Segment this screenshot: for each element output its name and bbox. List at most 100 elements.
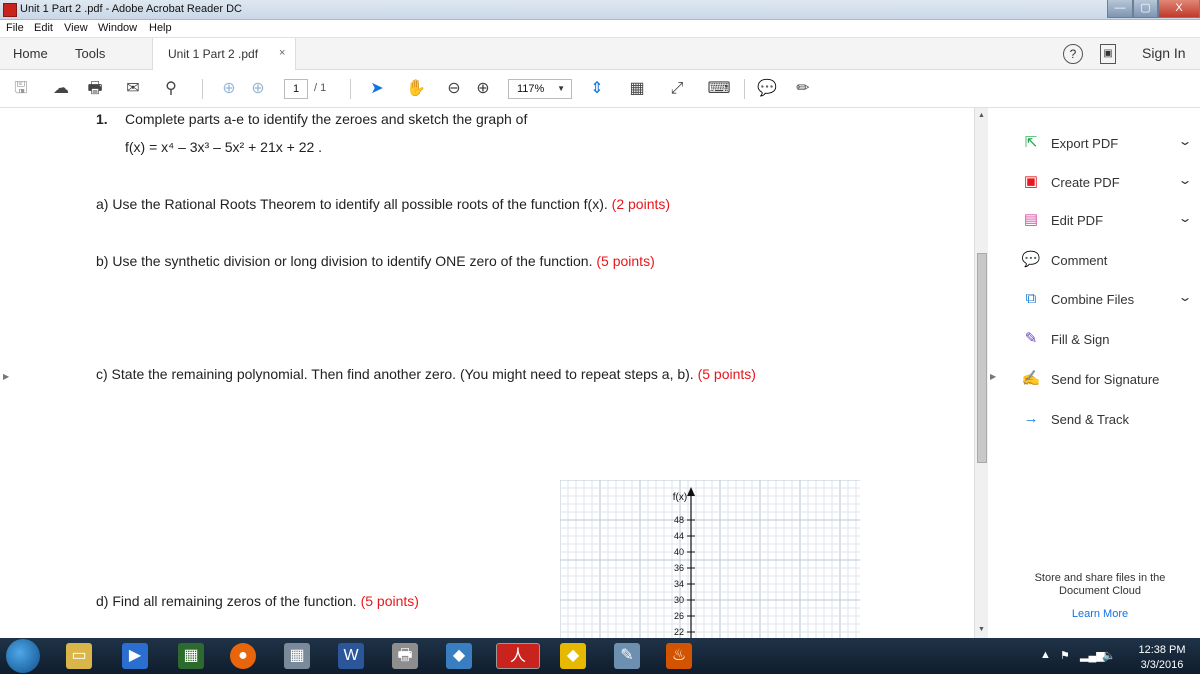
document-page: 1. Complete parts a-e to identify the ze… — [0, 108, 974, 638]
print-icon[interactable]: 🖶 — [84, 79, 106, 101]
chevron-down-icon[interactable]: ⌄ — [1177, 290, 1192, 304]
flag-icon[interactable]: ⚑ — [1060, 649, 1070, 662]
firefox-icon[interactable]: ● — [230, 643, 256, 669]
menu-edit[interactable]: Edit — [34, 22, 53, 34]
chevron-down-icon: ▼ — [557, 84, 565, 93]
menu-file[interactable]: File — [6, 22, 24, 34]
minimize-button[interactable]: — — [1107, 0, 1133, 18]
system-clock[interactable]: 12:38 PM 3/3/2016 — [1126, 643, 1198, 673]
paint-icon[interactable]: ✎ — [614, 643, 640, 669]
learn-more-link[interactable]: Learn More — [1020, 608, 1180, 620]
chevron-down-icon[interactable]: ⌄ — [1177, 173, 1192, 187]
tool-comment[interactable]: 💬 Comment — [1020, 250, 1195, 270]
scrollbar-thumb[interactable] — [977, 253, 987, 463]
tab-document[interactable]: Unit 1 Part 2 .pdf × — [152, 38, 296, 70]
left-panel-toggle-icon[interactable]: ▶ — [3, 372, 9, 381]
tab-tools[interactable]: Tools — [75, 46, 105, 61]
title-bar: Unit 1 Part 2 .pdf - Adobe Acrobat Reade… — [0, 0, 1200, 20]
calculator-icon[interactable]: ▦ — [284, 643, 310, 669]
tools-pane: ⇱ Export PDF ⌄ ▣ Create PDF ⌄ ▤ Edit PDF ⌄ 💬 Comme… — [1000, 108, 1200, 638]
tab-home[interactable]: Home — [13, 46, 48, 61]
menu-view[interactable]: View — [64, 22, 88, 34]
volume-icon[interactable]: 🔈 — [1102, 649, 1116, 662]
page-number-input[interactable]: 1 — [284, 79, 308, 99]
select-cursor-icon[interactable]: ➤ — [366, 79, 388, 101]
part-b: b) Use the synthetic division or long di… — [96, 253, 655, 269]
toolbar-divider — [202, 79, 203, 99]
flame-icon[interactable]: ♨ — [666, 643, 692, 669]
scrolling-mode-icon[interactable]: ▦ — [626, 79, 648, 101]
zoom-level-value: 117% — [517, 83, 545, 95]
tray-expand-icon[interactable]: ▲ — [1040, 649, 1051, 661]
y-tick-label: 40 — [674, 547, 684, 557]
close-tab-icon[interactable]: × — [279, 47, 285, 59]
upload-cloud-icon[interactable]: ☁ — [50, 79, 72, 101]
tool-edit-pdf[interactable]: ▤ Edit PDF ⌄ — [1020, 210, 1195, 230]
toolbar-divider — [350, 79, 351, 99]
tool-label: Combine Files — [1051, 292, 1135, 307]
word-icon[interactable]: W — [338, 643, 364, 669]
right-pane-toggle-icon[interactable]: ▶ — [990, 372, 996, 381]
chevron-down-icon[interactable]: ⌄ — [1177, 211, 1192, 225]
mobile-link-icon[interactable]: ▣ — [1100, 44, 1116, 64]
folder-icon[interactable]: ◆ — [560, 643, 586, 669]
acrobat-app-icon — [3, 3, 17, 17]
pen-tool-icon[interactable]: ✏ — [792, 79, 814, 101]
scroll-up-icon[interactable]: ▲ — [978, 112, 985, 119]
start-button[interactable] — [6, 639, 40, 673]
y-tick-label: 36 — [674, 563, 684, 573]
tool-label: Create PDF — [1051, 175, 1120, 190]
tool-send-track[interactable]: → Send & Track — [1020, 409, 1195, 429]
menu-help[interactable]: Help — [149, 22, 172, 34]
app-icon[interactable]: ◆ — [446, 643, 472, 669]
media-player-icon[interactable]: ▶ — [122, 643, 148, 669]
signal-icon[interactable]: ▂▄▆ — [1080, 649, 1105, 662]
y-tick-label: 22 — [674, 627, 684, 637]
tool-send-for-signature[interactable]: ✍ Send for Signature — [1020, 369, 1195, 389]
tool-fill-sign[interactable]: ✎ Fill & Sign — [1020, 329, 1195, 349]
edit-pdf-icon: ▤ — [1023, 211, 1039, 228]
comment-icon: 💬 — [1021, 251, 1041, 268]
create-pdf-icon: ▣ — [1023, 173, 1039, 190]
tool-combine-files[interactable]: ⧉ Combine Files ⌄ — [1020, 289, 1195, 309]
sign-in-link[interactable]: Sign In — [1142, 45, 1186, 61]
hand-tool-icon[interactable]: ✋ — [405, 79, 427, 101]
document-cloud-promo: Store and share files in the Document Cl… — [1034, 572, 1166, 597]
tool-create-pdf[interactable]: ▣ Create PDF ⌄ — [1020, 172, 1195, 192]
email-icon[interactable]: ✉ — [122, 79, 144, 101]
help-icon[interactable]: ? — [1063, 44, 1083, 64]
part-a: a) Use the Rational Roots Theorem to ide… — [96, 196, 670, 212]
maximize-button[interactable]: ▢ — [1133, 0, 1158, 18]
save-icon[interactable]: 🖫 — [10, 79, 32, 101]
part-c: c) State the remaining polynomial. Then … — [96, 366, 756, 382]
close-window-button[interactable]: X — [1158, 0, 1200, 18]
function-definition: f(x) = x⁴ – 3x³ – 5x² + 21x + 22 . — [125, 139, 323, 155]
search-icon[interactable]: ⚲ — [160, 79, 182, 101]
menu-window[interactable]: Window — [98, 22, 137, 34]
tool-label: Fill & Sign — [1051, 332, 1110, 347]
chevron-down-icon[interactable]: ⌄ — [1177, 134, 1192, 148]
part-a-points: (2 points) — [611, 196, 671, 212]
acrobat-taskbar-icon[interactable]: 人 — [496, 643, 540, 669]
previous-page-icon[interactable]: ⊕ — [218, 79, 240, 101]
fit-page-icon[interactable]: ⇕ — [586, 79, 608, 101]
zoom-level-select[interactable]: 117% ▼ — [508, 79, 572, 99]
comment-tool-icon[interactable]: 💬 — [756, 79, 778, 101]
scroll-down-icon[interactable]: ▼ — [978, 626, 985, 633]
next-page-icon[interactable]: ⊕ — [247, 79, 269, 101]
tool-export-pdf[interactable]: ⇱ Export PDF ⌄ — [1020, 133, 1195, 153]
network-icon[interactable]: ▦ — [178, 643, 204, 669]
question-text: Complete parts a-e to identify the zeroe… — [125, 111, 528, 127]
keyboard-icon[interactable]: ⌨ — [704, 79, 734, 101]
part-d-points: (5 points) — [360, 593, 419, 609]
zoom-in-icon[interactable]: ⊕ — [472, 79, 494, 101]
full-screen-icon[interactable]: ⤢ — [666, 79, 688, 101]
part-b-points: (5 points) — [596, 253, 655, 269]
vertical-scrollbar[interactable]: ▲ ▼ — [974, 108, 988, 638]
part-d: d) Find all remaining zeros of the funct… — [96, 593, 419, 609]
zoom-out-icon[interactable]: ⊖ — [443, 79, 465, 101]
tool-label: Edit PDF — [1051, 213, 1104, 228]
printer-icon[interactable]: 🖶 — [392, 643, 418, 669]
part-d-text: d) Find all remaining zeros of the funct… — [96, 593, 357, 609]
file-explorer-icon[interactable]: ▭ — [66, 643, 92, 669]
